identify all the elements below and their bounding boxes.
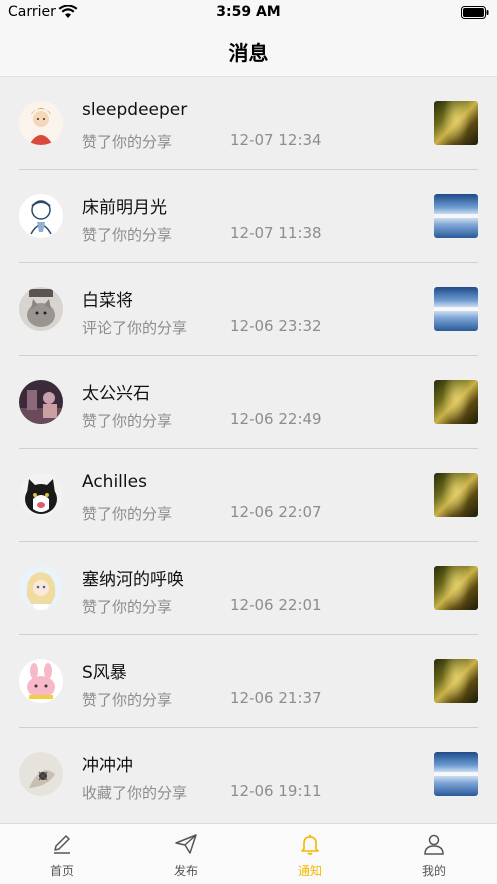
sender-name[interactable]: 冲冲冲 [82, 751, 133, 776]
status-time: 3:59 AM [216, 4, 281, 20]
timestamp: 12-06 22:07 [230, 503, 322, 521]
timestamp: 12-06 22:49 [230, 410, 322, 428]
sky-photo-icon[interactable] [434, 287, 478, 331]
status-bar: Carrier 3:59 AM [0, 0, 497, 26]
message-row[interactable]: sleepdeeper 赞了你的分享 12-07 12:34 [0, 77, 497, 170]
navigation-bar: 消息 [0, 26, 497, 77]
message-row[interactable]: 白菜将 评论了你的分享 12-06 23:32 [0, 263, 497, 356]
bell-icon [301, 834, 319, 855]
action-text: 赞了你的分享 [82, 133, 173, 151]
forest-photo-icon[interactable] [434, 380, 478, 424]
tab-label: 发布 [173, 864, 198, 878]
message-row[interactable]: 冲冲冲 收藏了你的分享 12-06 19:11 [0, 728, 497, 821]
timestamp: 12-07 11:38 [230, 224, 322, 242]
sender-name[interactable]: 白菜将 [82, 286, 133, 311]
sender-name[interactable]: sleepdeeper [82, 100, 187, 120]
avatar-illustration-icon[interactable] [19, 566, 63, 610]
avatar-illustration-icon[interactable] [19, 101, 63, 145]
avatar-illustration-icon[interactable] [19, 659, 63, 703]
forest-photo-icon[interactable] [434, 101, 478, 145]
sender-name[interactable]: S风暴 [82, 658, 127, 683]
tab-label: 通知 [297, 864, 322, 878]
forest-photo-icon[interactable] [434, 566, 478, 610]
avatar-photo-icon[interactable] [19, 752, 63, 796]
sky-photo-icon[interactable] [434, 194, 478, 238]
timestamp: 12-07 12:34 [230, 131, 322, 149]
timestamp: 12-06 23:32 [230, 317, 322, 335]
message-row[interactable]: S风暴 赞了你的分享 12-06 21:37 [0, 635, 497, 728]
sender-name[interactable]: 塞纳河的呼唤 [82, 565, 184, 590]
paper-plane-icon [175, 834, 197, 854]
avatar-cat-icon[interactable] [19, 287, 63, 331]
action-text: 赞了你的分享 [82, 598, 173, 616]
forest-photo-icon[interactable] [434, 473, 478, 517]
avatar-cat-icon[interactable] [19, 473, 63, 517]
tab-home[interactable]: 首页 [0, 824, 124, 884]
timestamp: 12-06 21:37 [230, 689, 322, 707]
action-text: 评论了你的分享 [82, 319, 188, 337]
timestamp: 12-06 19:11 [230, 782, 322, 800]
action-text: 赞了你的分享 [82, 505, 173, 523]
action-text: 收藏了你的分享 [82, 784, 188, 802]
page-title: 消息 [228, 41, 269, 65]
message-row[interactable]: Achilles 赞了你的分享 12-06 22:07 [0, 449, 497, 542]
sender-name[interactable]: Achilles [82, 472, 147, 492]
tab-publish[interactable]: 发布 [124, 824, 248, 884]
avatar-illustration-icon[interactable] [19, 194, 63, 238]
battery-icon [461, 6, 489, 19]
message-row[interactable]: 床前明月光 赞了你的分享 12-07 11:38 [0, 170, 497, 263]
message-row[interactable]: 塞纳河的呼唤 赞了你的分享 12-06 22:01 [0, 542, 497, 635]
person-icon [424, 834, 444, 855]
action-text: 赞了你的分享 [82, 226, 173, 244]
tab-profile[interactable]: 我的 [372, 824, 496, 884]
avatar-photo-icon[interactable] [19, 380, 63, 424]
tab-label: 首页 [49, 864, 74, 878]
sky-photo-icon[interactable] [434, 752, 478, 796]
pencil-icon [54, 835, 70, 854]
sender-name[interactable]: 床前明月光 [82, 193, 167, 218]
timestamp: 12-06 22:01 [230, 596, 322, 614]
tab-notifications[interactable]: 通知 [248, 824, 372, 884]
action-text: 赞了你的分享 [82, 412, 173, 430]
action-text: 赞了你的分享 [82, 691, 173, 709]
tab-bar: 首页 发布 通知 我的 [0, 823, 497, 884]
forest-photo-icon[interactable] [434, 659, 478, 703]
message-list: sleepdeeper 赞了你的分享 12-07 12:34 床前明月光 赞了你… [0, 77, 497, 821]
sender-name[interactable]: 太公兴石 [82, 379, 150, 404]
message-row[interactable]: 太公兴石 赞了你的分享 12-06 22:49 [0, 356, 497, 449]
tab-label: 我的 [421, 864, 446, 878]
